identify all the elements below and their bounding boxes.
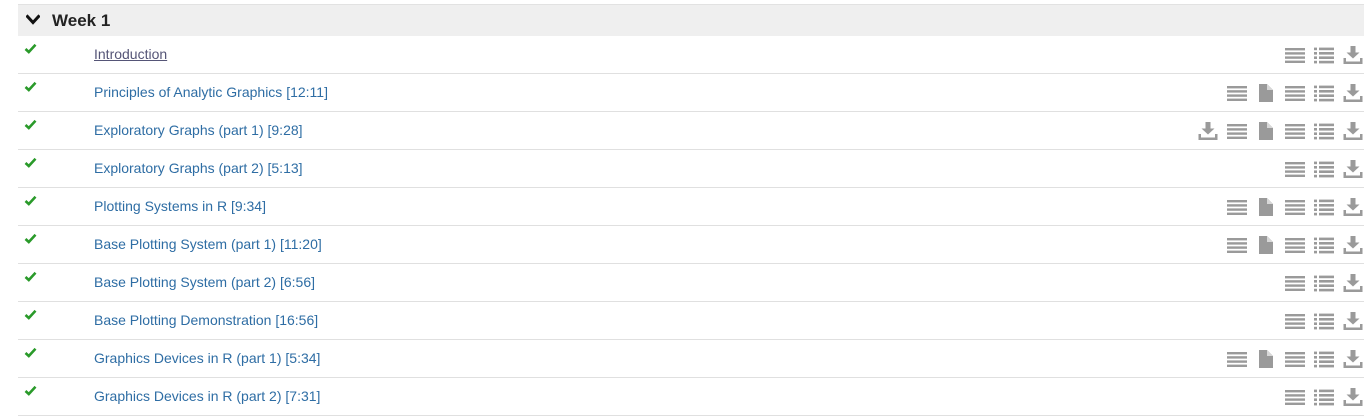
lecture-resources (1277, 272, 1364, 294)
lecture-row: Plotting Systems in R [9:34] (18, 188, 1364, 226)
checkmark-icon (24, 271, 37, 282)
list-icon[interactable] (1313, 348, 1335, 370)
lines-icon[interactable] (1284, 386, 1306, 408)
list-icon[interactable] (1313, 44, 1335, 66)
document-icon[interactable] (1255, 348, 1277, 370)
section-title: Week 1 (52, 11, 111, 30)
lines-icon[interactable] (1284, 348, 1306, 370)
lecture-row: Principles of Analytic Graphics [12:11] (18, 74, 1364, 112)
document-icon[interactable] (1255, 234, 1277, 256)
lecture-resources (1277, 44, 1364, 66)
lecture-link[interactable]: Exploratory Graphs (part 1) [9:28] (94, 122, 303, 138)
lecture-resources (1277, 310, 1364, 332)
lecture-resources (1219, 82, 1364, 104)
list-icon[interactable] (1313, 82, 1335, 104)
checkmark-icon (24, 195, 37, 206)
document-icon[interactable] (1255, 82, 1277, 104)
list-icon[interactable] (1313, 158, 1335, 180)
lines-icon[interactable] (1284, 158, 1306, 180)
download-icon[interactable] (1342, 120, 1364, 142)
lecture-link[interactable]: Exploratory Graphs (part 2) [5:13] (94, 160, 303, 176)
lecture-row: Base Plotting System (part 2) [6:56] (18, 264, 1364, 302)
list-icon[interactable] (1313, 272, 1335, 294)
download-icon[interactable] (1342, 310, 1364, 332)
checkmark-icon (24, 309, 37, 320)
lecture-resources (1190, 120, 1364, 142)
download-icon[interactable] (1342, 158, 1364, 180)
lecture-link[interactable]: Graphics Devices in R (part 1) [5:34] (94, 350, 320, 366)
lecture-row: Graphics Devices in R (part 2) [7:31] (18, 378, 1364, 416)
download-icon[interactable] (1342, 44, 1364, 66)
lines-icon[interactable] (1226, 348, 1248, 370)
section-header[interactable]: Week 1 (18, 4, 1364, 36)
checkmark-icon (24, 233, 37, 244)
download-icon[interactable] (1197, 120, 1219, 142)
lines-icon[interactable] (1226, 120, 1248, 142)
list-icon[interactable] (1313, 234, 1335, 256)
download-icon[interactable] (1342, 234, 1364, 256)
lecture-resources (1277, 158, 1364, 180)
lines-icon[interactable] (1284, 44, 1306, 66)
lecture-link[interactable]: Base Plotting System (part 2) [6:56] (94, 274, 315, 290)
lecture-link[interactable]: Graphics Devices in R (part 2) [7:31] (94, 388, 320, 404)
lecture-row: Base Plotting System (part 1) [11:20] (18, 226, 1364, 264)
lines-icon[interactable] (1226, 196, 1248, 218)
lines-icon[interactable] (1284, 272, 1306, 294)
checkmark-icon (24, 43, 37, 54)
download-icon[interactable] (1342, 272, 1364, 294)
lecture-row: Exploratory Graphs (part 2) [5:13] (18, 150, 1364, 188)
list-icon[interactable] (1313, 386, 1335, 408)
lecture-link[interactable]: Plotting Systems in R [9:34] (94, 198, 266, 214)
lecture-link[interactable]: Base Plotting System (part 1) [11:20] (94, 236, 322, 252)
checkmark-icon (24, 81, 37, 92)
list-icon[interactable] (1313, 310, 1335, 332)
lecture-resources (1219, 234, 1364, 256)
lines-icon[interactable] (1226, 82, 1248, 104)
lines-icon[interactable] (1226, 234, 1248, 256)
chevron-down-icon[interactable] (26, 14, 40, 26)
checkmark-icon (24, 385, 37, 396)
lines-icon[interactable] (1284, 196, 1306, 218)
download-icon[interactable] (1342, 386, 1364, 408)
checkmark-icon (24, 157, 37, 168)
lecture-link[interactable]: Principles of Analytic Graphics [12:11] (94, 84, 328, 100)
lecture-row: Base Plotting Demonstration [16:56] (18, 302, 1364, 340)
list-icon[interactable] (1313, 196, 1335, 218)
document-icon[interactable] (1255, 196, 1277, 218)
lecture-row: Graphics Devices in R (part 1) [5:34] (18, 340, 1364, 378)
lecture-resources (1219, 196, 1364, 218)
week-section: Week 1 Introduction Principles of Analyti… (18, 0, 1364, 416)
lecture-resources (1219, 348, 1364, 370)
checkmark-icon (24, 347, 37, 358)
lecture-link[interactable]: Base Plotting Demonstration [16:56] (94, 312, 318, 328)
lecture-resources (1277, 386, 1364, 408)
download-icon[interactable] (1342, 82, 1364, 104)
lecture-row: Exploratory Graphs (part 1) [9:28] (18, 112, 1364, 150)
checkmark-icon (24, 119, 37, 130)
lines-icon[interactable] (1284, 82, 1306, 104)
lecture-link[interactable]: Introduction (94, 46, 167, 62)
lines-icon[interactable] (1284, 234, 1306, 256)
lecture-row: Introduction (18, 36, 1364, 74)
lines-icon[interactable] (1284, 310, 1306, 332)
download-icon[interactable] (1342, 196, 1364, 218)
download-icon[interactable] (1342, 348, 1364, 370)
list-icon[interactable] (1313, 120, 1335, 142)
lines-icon[interactable] (1284, 120, 1306, 142)
document-icon[interactable] (1255, 120, 1277, 142)
